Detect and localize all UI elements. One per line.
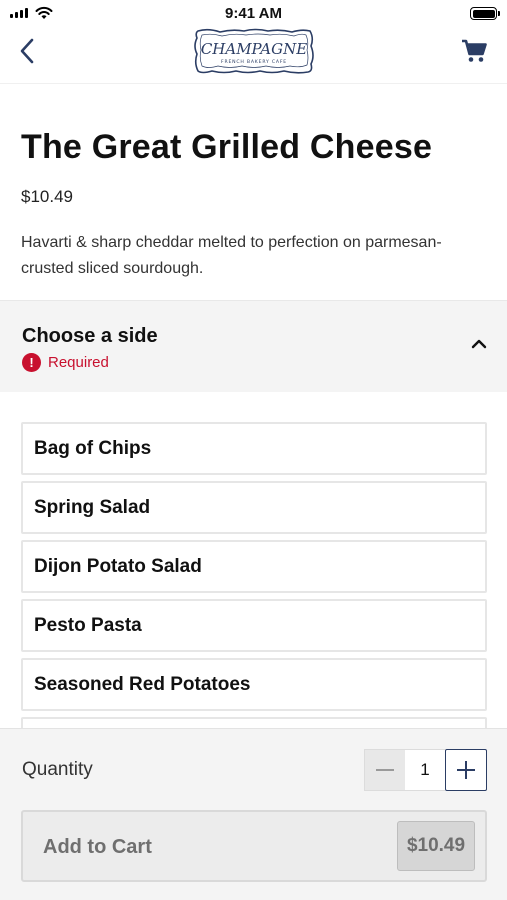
add-to-cart-button[interactable]: Add to Cart $10.49 xyxy=(21,810,487,882)
status-time: 9:41 AM xyxy=(225,5,282,22)
side-selection-header[interactable]: Choose a side ! Required xyxy=(0,300,507,392)
required-indicator: ! Required xyxy=(22,353,109,372)
required-label: Required xyxy=(48,354,109,371)
side-selection-title: Choose a side xyxy=(22,325,158,347)
order-footer: Quantity 1 Add to Cart $10.49 xyxy=(0,728,507,900)
side-option-label: Spring Salad xyxy=(34,496,151,518)
side-option-seasoned-red-potatoes[interactable]: Seasoned Red Potatoes xyxy=(21,658,487,711)
exclamation-circle-icon: ! xyxy=(22,353,41,372)
minus-icon xyxy=(376,769,394,771)
champagne-logo: CHAMPAGNE FRENCH BAKERY CAFE xyxy=(194,28,314,74)
chevron-up-icon[interactable] xyxy=(471,339,487,349)
svg-text:FRENCH BAKERY CAFE: FRENCH BAKERY CAFE xyxy=(221,59,287,65)
side-option-label: Dijon Potato Salad xyxy=(34,555,202,577)
side-options-list: Bag of Chips Spring Salad Dijon Potato S… xyxy=(21,422,487,743)
battery-icon xyxy=(470,7,500,20)
product-price: $10.49 xyxy=(21,187,73,206)
quantity-stepper: 1 xyxy=(364,749,487,791)
chevron-left-icon xyxy=(20,38,34,64)
side-option-spring-salad[interactable]: Spring Salad xyxy=(21,481,487,534)
status-bar: 9:41 AM xyxy=(0,0,507,28)
add-to-cart-label: Add to Cart xyxy=(43,836,152,858)
cart-button[interactable] xyxy=(459,36,489,66)
nav-bar: CHAMPAGNE FRENCH BAKERY CAFE xyxy=(0,28,507,84)
svg-text:CHAMPAGNE: CHAMPAGNE xyxy=(201,40,307,58)
side-option-dijon-potato-salad[interactable]: Dijon Potato Salad xyxy=(21,540,487,593)
increment-button[interactable] xyxy=(445,749,487,791)
plus-icon xyxy=(457,761,475,779)
quantity-label: Quantity xyxy=(22,759,93,780)
add-to-cart-price: $10.49 xyxy=(397,821,475,871)
product-title: The Great Grilled Cheese xyxy=(21,128,433,166)
side-option-bag-of-chips[interactable]: Bag of Chips xyxy=(21,422,487,475)
back-button[interactable] xyxy=(12,36,42,66)
side-option-pesto-pasta[interactable]: Pesto Pasta xyxy=(21,599,487,652)
shopping-cart-icon xyxy=(462,39,487,62)
side-option-label: Pesto Pasta xyxy=(34,614,142,636)
side-option-label: Bag of Chips xyxy=(34,437,152,459)
quantity-value: 1 xyxy=(405,749,445,791)
product-description: Havarti & sharp cheddar melted to perfec… xyxy=(21,234,442,277)
side-option-label: Seasoned Red Potatoes xyxy=(34,673,251,695)
decrement-button[interactable] xyxy=(364,749,405,791)
